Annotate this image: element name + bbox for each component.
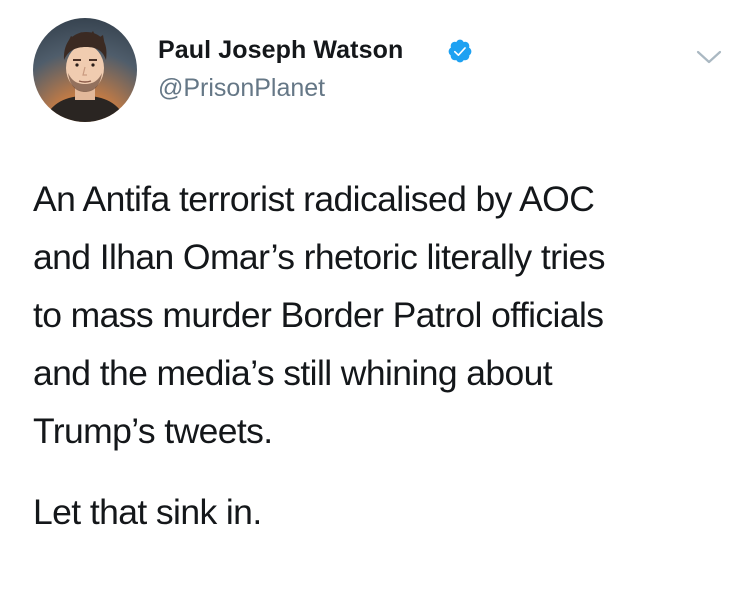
tweet-text-line: and the media’s still whining about <box>33 353 553 393</box>
avatar-portrait-icon <box>43 31 127 122</box>
avatar[interactable] <box>33 18 137 122</box>
verified-badge-icon <box>448 39 472 63</box>
tweet-closing-line: Let that sink in. <box>33 492 262 532</box>
chevron-down-icon[interactable] <box>694 46 724 68</box>
tweet-card: Paul Joseph Watson @PrisonPlanet An Anti… <box>0 0 750 600</box>
tweet-text-line: Trump’s tweets. <box>33 411 273 451</box>
tweet-text-line: An Antifa terrorist radicalised by AOC <box>33 179 595 219</box>
tweet-text-line: and Ilhan Omar’s rhetoric literally trie… <box>33 237 606 277</box>
tweet-text-line: to mass murder Border Patrol officials <box>33 295 604 335</box>
author-handle[interactable]: @PrisonPlanet <box>158 74 325 103</box>
tweet-text: An Antifa terrorist radicalised by AOC a… <box>33 170 723 541</box>
author-display-name[interactable]: Paul Joseph Watson <box>158 36 403 65</box>
